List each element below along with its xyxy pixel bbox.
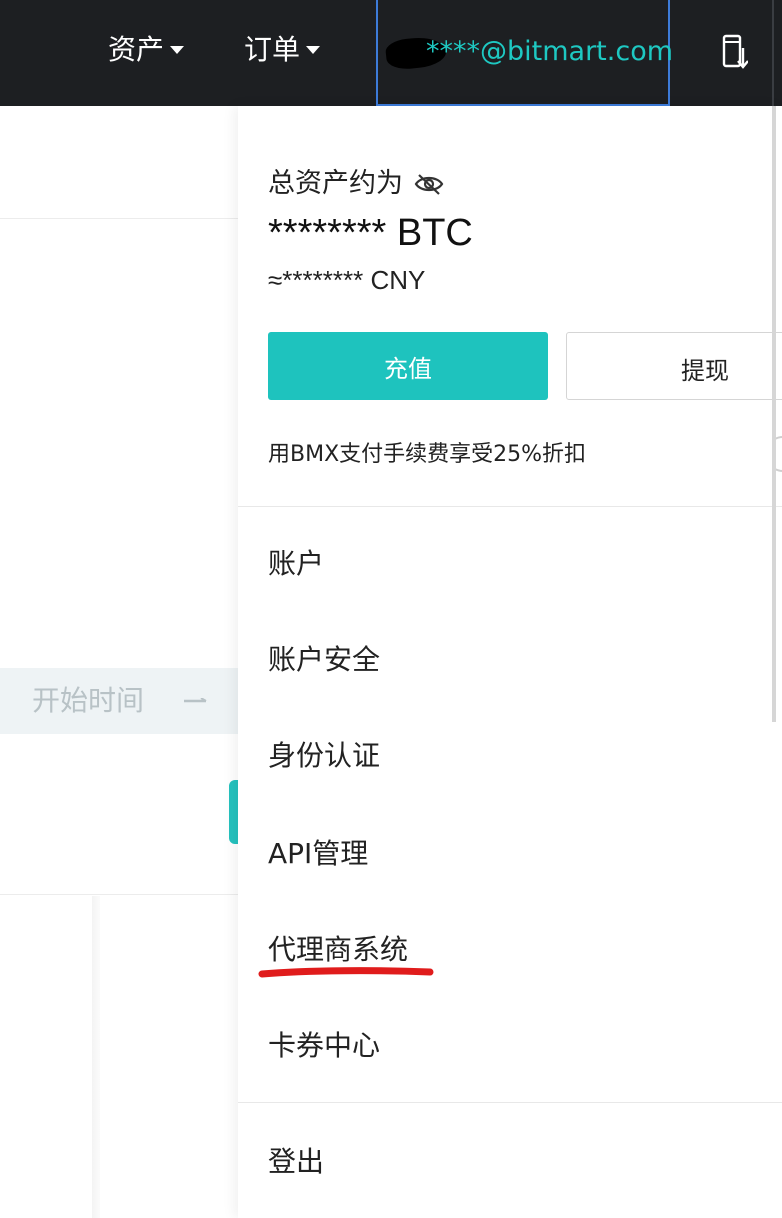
- account-dropdown-panel: 总资产约为 ******** BTC ≈******** CNY 充值 提现 用…: [238, 106, 782, 1218]
- section-divider: [238, 1102, 782, 1103]
- menu-item-api-management[interactable]: API管理: [268, 834, 368, 874]
- arrow-right-icon: [184, 698, 207, 703]
- menu-item-account-security[interactable]: 账户安全: [268, 640, 380, 680]
- menu-item-coupon-center[interactable]: 卡券中心: [268, 1026, 380, 1066]
- withdraw-button[interactable]: 提现: [566, 332, 782, 400]
- btc-balance: ******** BTC: [268, 212, 473, 254]
- withdraw-label: 提现: [681, 357, 729, 385]
- logout-item[interactable]: 登出: [268, 1142, 324, 1182]
- eye-slash-icon[interactable]: [413, 172, 445, 196]
- nav-orders-label: 订单: [244, 33, 301, 66]
- background-panel-edge: [92, 896, 100, 1218]
- background-divider: [0, 218, 238, 219]
- background-divider: [0, 894, 238, 895]
- scrollbar-thumb[interactable]: [772, 106, 776, 722]
- mobile-download-icon[interactable]: [722, 34, 748, 70]
- menu-item-agent-system[interactable]: 代理商系统: [268, 930, 408, 970]
- account-menu-trigger[interactable]: ****@bitmart.com: [376, 0, 674, 106]
- start-time-input[interactable]: 开始时间: [0, 668, 238, 734]
- menu-item-identity-verification[interactable]: 身份认证: [268, 736, 380, 776]
- chevron-down-icon: [170, 46, 185, 54]
- nav-assets-label: 资产: [108, 33, 165, 66]
- deposit-button[interactable]: 充值: [268, 332, 548, 400]
- top-navigation-bar: 资产 订单 ****@bitmart.com: [0, 0, 782, 106]
- nav-assets-menu[interactable]: 资产: [108, 30, 185, 70]
- start-time-placeholder: 开始时间: [32, 684, 145, 717]
- account-email: ****@bitmart.com: [426, 36, 674, 67]
- nav-orders-menu[interactable]: 订单: [244, 30, 321, 70]
- cny-balance: ≈******** CNY: [268, 265, 426, 295]
- total-assets-heading: 总资产约为: [268, 168, 445, 200]
- section-divider: [238, 506, 782, 507]
- topbar-divider: [772, 0, 774, 106]
- bmx-discount-note: 用BMX支付手续费享受25%折扣: [268, 442, 587, 467]
- annotation-underline: [258, 967, 434, 978]
- menu-item-account[interactable]: 账户: [268, 544, 324, 584]
- chevron-down-icon: [306, 46, 321, 54]
- total-assets-label: 总资产约为: [268, 168, 403, 199]
